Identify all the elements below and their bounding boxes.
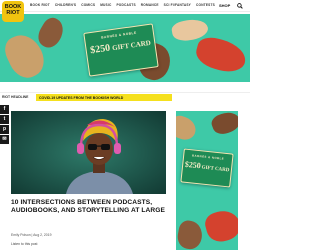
book-riot-logo[interactable]: BOOK RIOT [2, 1, 24, 22]
woman-with-headphones-photo [11, 111, 166, 194]
article-body-start: Listen to this post [11, 242, 38, 246]
nav-item-comics[interactable]: COMICS [81, 3, 95, 7]
hand-illustration [202, 207, 238, 245]
nav-item-podcasts[interactable]: PODCASTS [116, 3, 135, 7]
nav-item-book-riot[interactable]: BOOK RIOT [30, 3, 50, 7]
share-bar: f t p ✉ [0, 105, 9, 145]
article-byline: Emily Polson | Aug 2, 2019 [11, 233, 52, 237]
hand-illustration [209, 111, 238, 138]
facebook-icon[interactable]: f [0, 105, 9, 114]
nav-item-scifi-fantasy[interactable]: SCI FI/FANTASY [164, 3, 191, 7]
pinterest-icon[interactable]: p [0, 125, 9, 134]
email-icon[interactable]: ✉ [0, 135, 9, 144]
ticker-headline[interactable]: COVID-19 UPDATES FROM THE BOOKISH WORLD [39, 96, 123, 100]
twitter-icon[interactable]: t [0, 115, 9, 124]
nav-links: BOOK RIOT CHILDREN'S COMICS MUSIC PODCAS… [30, 3, 215, 7]
article-title: 10 INTERSECTIONS BETWEEN PODCASTS, AUDIO… [11, 199, 166, 214]
ticker-label: RIOT HEADLINE [2, 95, 29, 99]
hand-illustration [192, 34, 250, 76]
nav-item-music[interactable]: MUSIC [100, 3, 111, 7]
nav-item-childrens[interactable]: CHILDREN'S [55, 3, 76, 7]
top-ad-banner[interactable]: BARNES & NOBLE $250 GIFT CARD [0, 14, 250, 82]
nav-item-romance[interactable]: ROMANCE [141, 3, 159, 7]
nav-item-contests[interactable]: CONTESTS [196, 3, 215, 7]
hand-illustration [176, 219, 205, 250]
hand-illustration [176, 113, 199, 143]
shop-link[interactable]: SHOP [219, 3, 230, 8]
search-icon[interactable] [237, 2, 243, 9]
gift-card-amount: $250 [184, 159, 202, 171]
gift-card-label: GIFT CARD [201, 165, 230, 174]
headline-ticker: RIOT HEADLINE COVID-19 UPDATES FROM THE … [0, 92, 250, 101]
side-ad-banner[interactable]: BARNES & NOBLE $250 GIFT CARD [176, 111, 238, 250]
gift-card-label: GIFT CARD [111, 38, 152, 53]
logo-text: BOOK RIOT [4, 4, 22, 16]
top-navigation: BOOK RIOT CHILDREN'S COMICS MUSIC PODCAS… [0, 0, 250, 12]
gift-card-amount: $250 [89, 42, 111, 57]
gift-card: BARNES & NOBLE $250 GIFT CARD [180, 148, 234, 188]
hero-image [11, 111, 166, 194]
ticker-headline-bar[interactable]: COVID-19 UPDATES FROM THE BOOKISH WORLD [36, 94, 172, 101]
